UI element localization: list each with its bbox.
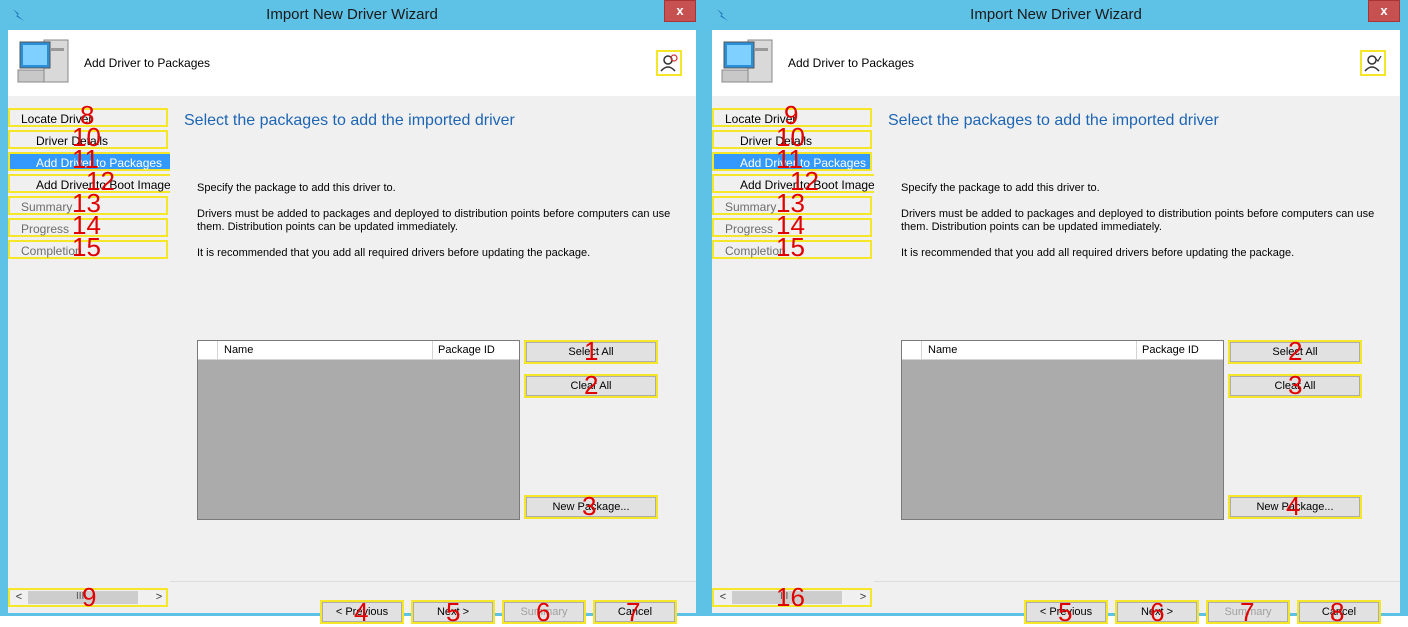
checkbox-column-header[interactable] — [198, 341, 218, 359]
package-id-column-header[interactable]: Package ID — [1138, 341, 1223, 359]
nav-driver-details[interactable]: Driver Details — [712, 130, 872, 149]
title-bar: Import New Driver Wizard x — [704, 0, 1408, 30]
wizard-window-left: Import New Driver Wizard x Add Driver to… — [0, 0, 704, 625]
select-all-button[interactable]: Select All — [524, 340, 658, 364]
content-heading: Select the packages to add the imported … — [888, 112, 1219, 129]
window-title: Import New Driver Wizard — [266, 6, 438, 23]
close-button[interactable]: x — [664, 0, 696, 22]
close-button[interactable]: x — [1368, 0, 1400, 22]
package-list[interactable]: Name Package ID — [197, 340, 520, 520]
nav-completion[interactable]: Completion — [8, 240, 168, 259]
scroll-left-icon[interactable]: < — [716, 591, 730, 604]
scroll-right-icon[interactable]: > — [856, 591, 870, 604]
nav-add-driver-to-boot-image[interactable]: Add Driver to Boot Image — [712, 174, 894, 193]
help-user-icon[interactable] — [1360, 50, 1386, 76]
name-column-header[interactable]: Name — [219, 341, 433, 359]
nav-progress[interactable]: Progress — [8, 218, 168, 237]
select-all-button[interactable]: Select All — [1228, 340, 1362, 364]
nav-completion[interactable]: Completion — [712, 240, 872, 259]
new-package-button[interactable]: New Package... — [524, 495, 658, 519]
clear-all-button[interactable]: Clear All — [524, 374, 658, 398]
computer-icon — [721, 39, 773, 83]
scroll-grip-icon: III — [76, 591, 85, 602]
checkbox-column-header[interactable] — [902, 341, 922, 359]
wizard-client: Add Driver to Packages Locate Driver Dri… — [8, 30, 696, 625]
instruction-text: Specify the package to add this driver t… — [901, 182, 1100, 194]
package-list-header: Name Package ID — [902, 341, 1223, 360]
package-id-column-header[interactable]: Package ID — [434, 341, 519, 359]
help-user-icon[interactable] — [656, 50, 682, 76]
nav-add-driver-to-boot-image[interactable]: Add Driver to Boot Image — [8, 174, 190, 193]
wizard-nav: Locate Driver Driver Details Add Driver … — [8, 96, 190, 613]
nav-add-driver-to-packages[interactable]: Add Driver to Packages — [8, 152, 172, 171]
scroll-grip-icon: III — [780, 591, 789, 602]
new-package-button[interactable]: New Package... — [1228, 495, 1362, 519]
nav-horizontal-scrollbar[interactable]: < III > — [8, 588, 168, 607]
nav-locate-driver[interactable]: Locate Driver — [8, 108, 168, 127]
page-title: Add Driver to Packages — [84, 56, 211, 70]
footer-divider — [170, 581, 696, 582]
cancel-button[interactable]: Cancel — [593, 600, 677, 624]
wizard-nav: Locate Driver Driver Details Add Driver … — [712, 96, 894, 613]
clear-all-button[interactable]: Clear All — [1228, 374, 1362, 398]
instruction-text: It is recommended that you add all requi… — [197, 247, 591, 259]
summary-button: Summary — [1206, 600, 1290, 624]
wizard-header: Add Driver to Packages — [712, 30, 1400, 96]
cancel-button[interactable]: Cancel — [1297, 600, 1381, 624]
scroll-left-icon[interactable]: < — [12, 591, 26, 604]
package-list-header: Name Package ID — [198, 341, 519, 360]
scroll-right-icon[interactable]: > — [152, 591, 166, 604]
wizard-window-right: Import New Driver Wizard x Add Driver to… — [704, 0, 1408, 625]
computer-icon — [17, 39, 69, 83]
name-column-header[interactable]: Name — [923, 341, 1137, 359]
nav-add-driver-to-packages[interactable]: Add Driver to Packages — [712, 152, 872, 171]
footer-divider — [874, 581, 1400, 582]
nav-summary[interactable]: Summary — [712, 196, 872, 215]
wizard-client: Add Driver to Packages Locate Driver Dri… — [712, 30, 1400, 625]
nav-summary[interactable]: Summary — [8, 196, 168, 215]
next-button[interactable]: Next > — [1115, 600, 1199, 624]
wizard-content: Select the packages to add the imported … — [170, 96, 696, 625]
instruction-text: It is recommended that you add all requi… — [901, 247, 1295, 259]
next-button[interactable]: Next > — [411, 600, 495, 624]
title-bar: Import New Driver Wizard x — [0, 0, 704, 30]
nav-locate-driver[interactable]: Locate Driver — [712, 108, 872, 127]
nav-progress[interactable]: Progress — [712, 218, 872, 237]
instruction-text: Drivers must be added to packages and de… — [901, 208, 1375, 233]
content-heading: Select the packages to add the imported … — [184, 112, 515, 129]
package-list[interactable]: Name Package ID — [901, 340, 1224, 520]
window-title: Import New Driver Wizard — [970, 6, 1142, 23]
previous-button[interactable]: < Previous — [320, 600, 404, 624]
summary-button: Summary — [502, 600, 586, 624]
page-title: Add Driver to Packages — [788, 56, 915, 70]
wizard-header: Add Driver to Packages — [8, 30, 696, 96]
instruction-text: Specify the package to add this driver t… — [197, 182, 396, 194]
wizard-content: Select the packages to add the imported … — [874, 96, 1400, 625]
instruction-text: Drivers must be added to packages and de… — [197, 208, 671, 233]
nav-driver-details[interactable]: Driver Details — [8, 130, 168, 149]
previous-button[interactable]: < Previous — [1024, 600, 1108, 624]
nav-horizontal-scrollbar[interactable]: < III > — [712, 588, 872, 607]
